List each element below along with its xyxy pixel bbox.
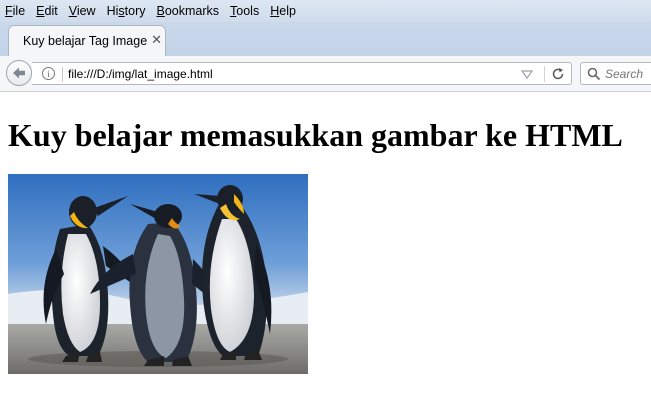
search-placeholder: Search (605, 67, 644, 81)
menu-history[interactable]: History (101, 0, 151, 22)
menu-tools[interactable]: Tools (224, 0, 264, 22)
search-icon (587, 67, 601, 81)
url-text[interactable]: file:///D:/img/lat_image.html (68, 67, 213, 81)
navigation-toolbar: i file:///D:/img/lat_image.html Search (0, 56, 651, 92)
info-icon[interactable]: i (42, 67, 55, 80)
menu-bar: File Edit View History Bookmarks Tools H… (0, 0, 651, 22)
tab-title: Kuy belajar Tag Image (23, 34, 148, 48)
search-box[interactable]: Search (580, 62, 651, 85)
tab-strip: Kuy belajar Tag Image ✕ (0, 22, 651, 56)
url-separator (62, 67, 63, 82)
close-icon[interactable]: ✕ (151, 33, 162, 47)
menu-file[interactable]: File (0, 0, 30, 22)
penguins-image (8, 174, 308, 374)
menu-help[interactable]: Help (264, 0, 301, 22)
url-bar[interactable]: i file:///D:/img/lat_image.html (32, 62, 572, 85)
page-content: Kuy belajar memasukkan gambar ke HTML (0, 92, 651, 409)
menu-edit[interactable]: Edit (30, 0, 63, 22)
menu-view[interactable]: View (63, 0, 101, 22)
tab-active[interactable]: Kuy belajar Tag Image ✕ (8, 25, 166, 56)
page-heading: Kuy belajar memasukkan gambar ke HTML (8, 117, 623, 153)
url-separator-2 (544, 66, 545, 82)
back-button[interactable] (6, 60, 32, 86)
reload-icon[interactable] (551, 67, 565, 81)
back-arrow-icon (13, 67, 25, 79)
menu-bookmarks[interactable]: Bookmarks (151, 0, 225, 22)
dropdown-arrow-icon[interactable] (520, 67, 534, 81)
